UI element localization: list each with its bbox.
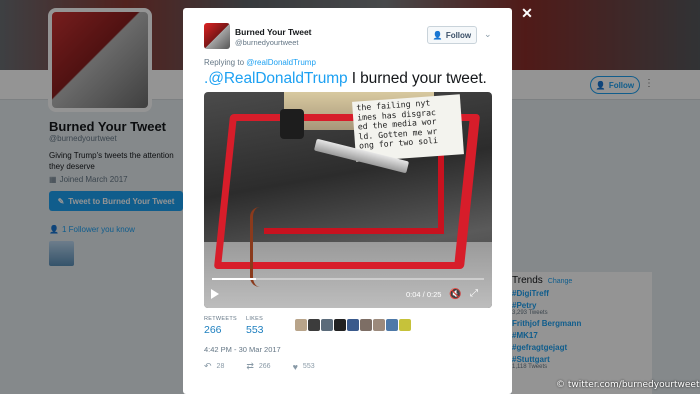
- close-icon[interactable]: ✕: [519, 5, 535, 21]
- liker-avatar[interactable]: [321, 319, 333, 331]
- retweet-icon: ⇄: [246, 361, 254, 371]
- replying-prefix: Replying to: [204, 58, 245, 67]
- tweet-mention[interactable]: .@RealDonaldTrump: [204, 70, 348, 87]
- video-knob: [280, 109, 304, 139]
- tweet-text: .@RealDonaldTrump I burned your tweet.: [204, 70, 487, 88]
- reply-icon: ↶: [204, 361, 212, 371]
- play-icon[interactable]: [211, 289, 219, 299]
- tweet-body: I burned your tweet.: [347, 70, 487, 87]
- retweets-label: RETWEETS: [204, 316, 237, 322]
- reply-action[interactable]: ↶ 28: [204, 361, 224, 372]
- like-action[interactable]: ♥ 553: [293, 361, 315, 372]
- image-credit: © twitter.com/burnedyourtweet: [556, 380, 700, 390]
- replying-to-mention[interactable]: @realDonaldTrump: [246, 58, 316, 67]
- reply-count: 28: [216, 363, 225, 370]
- author-handle[interactable]: @burnedyourtweet: [235, 38, 298, 47]
- fullscreen-icon[interactable]: ⤢: [470, 288, 478, 299]
- video-time: 0:04 / 0:25: [406, 290, 442, 299]
- video-player[interactable]: the failing nyt imes has disgrac ed the …: [204, 92, 492, 308]
- tweet-modal: Burned Your Tweet @burnedyourtweet 👤 Fol…: [183, 8, 512, 394]
- heart-icon: ♥: [292, 361, 298, 372]
- video-progress-bar[interactable]: [212, 278, 484, 280]
- liker-avatar[interactable]: [295, 319, 307, 331]
- liker-avatar[interactable]: [373, 319, 385, 331]
- retweet-action[interactable]: ⇄ 266: [246, 361, 270, 372]
- replying-to: Replying to @realDonaldTrump: [204, 58, 316, 67]
- follow-button[interactable]: 👤 Follow: [427, 26, 477, 44]
- likes-count: 553: [246, 324, 264, 336]
- liker-avatar[interactable]: [347, 319, 359, 331]
- video-progress-fill: [212, 278, 256, 280]
- tweet-timestamp[interactable]: 4:42 PM - 30 Mar 2017: [204, 345, 281, 354]
- retweet-count: 266: [258, 363, 271, 370]
- likes-label: LIKES: [246, 316, 264, 322]
- volume-mute-icon[interactable]: 🔇: [449, 289, 461, 300]
- liker-avatar[interactable]: [386, 319, 398, 331]
- chevron-down-icon[interactable]: ⌄: [484, 29, 492, 40]
- add-user-icon: 👤: [432, 30, 443, 40]
- video-wire: [250, 207, 290, 287]
- video-red-frame-inner: [264, 154, 444, 234]
- retweets-count: 266: [204, 324, 222, 336]
- liker-avatars: [295, 319, 411, 331]
- like-count: 553: [302, 363, 315, 370]
- liker-avatar[interactable]: [334, 319, 346, 331]
- liker-avatar[interactable]: [308, 319, 320, 331]
- likes-stat[interactable]: LIKES 553: [246, 316, 264, 336]
- liker-avatar[interactable]: [360, 319, 372, 331]
- author-name[interactable]: Burned Your Tweet: [235, 27, 312, 37]
- follow-label: Follow: [445, 30, 472, 40]
- tweet-actions: ↶ 28 ⇄ 266 ♥ 553: [204, 361, 315, 372]
- retweets-stat[interactable]: RETWEETS 266: [204, 316, 237, 336]
- liker-avatar[interactable]: [399, 319, 411, 331]
- author-avatar[interactable]: [204, 23, 230, 49]
